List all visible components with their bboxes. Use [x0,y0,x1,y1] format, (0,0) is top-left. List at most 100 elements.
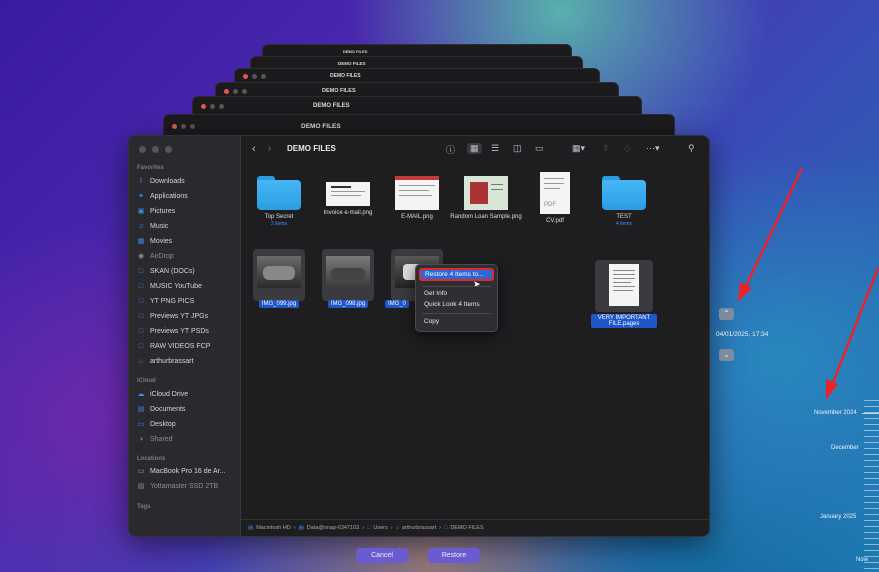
gallery-view-icon[interactable]: ▭ [535,143,544,154]
sidebar-item-previews-yt-jpgs[interactable]: □ Previews YT JPGs [137,309,208,323]
path-segment[interactable]: Macintosh HD [256,525,291,531]
tag-icon[interactable]: ◇ [624,143,631,154]
restore-button[interactable]: Restore [428,548,480,563]
zoom-button[interactable] [165,146,172,153]
timeline-label[interactable]: January 2025 [820,514,856,520]
sidebar-item-music[interactable]: ♫ Music [137,219,168,233]
mouse-cursor-icon: ➤ [473,279,481,289]
file-name: IMG_098.jpg [327,300,369,308]
sidebar-item-music-youtube[interactable]: □ MUSIC YouTube [137,279,202,293]
path-segment[interactable]: Users [373,525,387,531]
image-thumbnail [395,176,439,210]
timeline-ticks[interactable] [864,400,879,572]
sidebar-item-documents[interactable]: ▤ Documents [137,402,186,416]
file-name: Invoice e-mail.png [323,210,373,216]
search-icon[interactable]: ⚲ [688,143,695,154]
folder-icon: □ [367,525,371,531]
toolbar: ‹ › DEMO FILES ⓘ ▦ ☰ ◫ ▭ ▦▾ ⇧ ◇ ⋯▾ ⚲ [240,136,709,164]
folder-icon: □ [138,327,144,335]
context-menu: Restore 4 Items to... ➤ Get Info Quick L… [415,264,498,332]
file-item-image[interactable]: E-MAIL.png [381,176,453,220]
sidebar-item-shared[interactable]: ◑ Shared [137,432,173,446]
sidebar-item-skan-docs[interactable]: □ SKAN (DOCs) [137,264,195,278]
file-item-image-selected[interactable]: IMG_099.jpg [243,256,315,308]
sidebar-item-applications[interactable]: ✦ Applications [137,189,188,203]
download-icon: ⇩ [138,178,144,185]
menu-item-quick-look[interactable]: Quick Look 4 Items [424,301,480,308]
folder-icon: □ [138,312,144,320]
red-arrow-icon [826,267,879,400]
info-icon[interactable]: ⓘ [446,143,455,156]
document-icon: ▤ [137,406,145,413]
car-photo-thumbnail [326,256,370,288]
sidebar-item-downloads[interactable]: ⇩ Downloads [137,174,185,188]
file-item-image[interactable]: Invoice e-mail.png [312,176,384,216]
menu-item-restore[interactable]: Restore 4 Items to... [419,268,494,281]
icon-view-icon[interactable]: ▦ [467,143,482,154]
sidebar-item-airdrop[interactable]: ◉ AirDrop [137,249,174,263]
stack-title: DEMO FILES [343,48,368,54]
file-subtitle: 2 items [270,221,288,227]
menu-separator [422,313,491,314]
path-segment[interactable]: DEMO FILES [450,525,483,531]
sidebar-item-yottamaster-ssd[interactable]: ▤ Yottamaster SSD 2TB [137,479,219,493]
forward-arrow-icon[interactable]: › [268,143,272,155]
menu-item-get-info[interactable]: Get Info [424,290,447,297]
nav-buttons: ‹ › [252,143,271,155]
movies-icon: ▦ [137,238,145,245]
cloud-icon: ☁ [137,391,145,398]
time-machine-up-arrow-icon[interactable]: ⌃ [719,308,734,320]
image-thumbnail [326,182,370,206]
music-icon: ♫ [138,222,144,230]
backup-window-stack-2[interactable]: DEMO FILES [192,96,642,116]
minimize-button[interactable] [152,146,159,153]
column-view-icon[interactable]: ◫ [513,143,522,154]
more-actions-icon[interactable]: ⋯▾ [646,143,660,154]
sidebar-item-home[interactable]: ⌂ arthurbrassart [137,354,194,368]
airdrop-icon: ◉ [137,253,145,260]
sidebar-item-desktop[interactable]: ▭ Desktop [137,417,176,431]
file-item-image[interactable]: Random Loan Sample.png [450,176,522,220]
time-machine-down-arrow-icon[interactable]: ⌄ [719,349,734,361]
file-name: Top Secret [264,214,294,220]
file-name: CV.pdf [546,218,564,224]
stack-title: DEMO FILES [330,73,361,79]
sidebar-header-tags: Tags [137,504,151,510]
sidebar-item-pictures[interactable]: ▣ Pictures [137,204,176,218]
finder-window: Favorites ⇩ Downloads ✦ Applications ▣ Pict… [128,135,710,537]
timeline-label[interactable]: November 2024 [814,410,857,416]
cancel-button[interactable]: Cancel [356,548,408,563]
path-segment[interactable]: Data@snap-6347103 [307,525,359,531]
sidebar-item-movies[interactable]: ▦ Movies [137,234,173,248]
path-separator: › [362,525,365,531]
sidebar-item-previews-yt-psds[interactable]: □ Previews YT PSDs [137,324,209,338]
menu-item-copy[interactable]: Copy [424,318,439,325]
file-item-folder[interactable]: TEST 4 items [588,176,660,227]
file-item-pdf[interactable]: PDF CV.pdf [519,172,591,224]
path-separator: › [390,525,393,531]
sidebar-item-yt-png-pics[interactable]: □ YT PNG PICS [137,294,194,308]
sidebar-header-icloud: iCloud [137,378,156,384]
share-icon[interactable]: ⇧ [602,143,610,154]
timeline-label[interactable]: December [831,445,859,451]
folder-icon [257,176,301,210]
path-segment[interactable]: arthurbrassart [402,525,436,531]
sidebar-item-icloud-drive[interactable]: ☁ iCloud Drive [137,387,189,401]
window-controls [139,146,172,153]
file-item-folder[interactable]: Top Secret 2 items [243,176,315,227]
sidebar-item-raw-videos-fcp[interactable]: □ RAW VIDEOS FCP [137,339,211,353]
folder-icon: □ [443,525,448,531]
file-item-image-selected[interactable]: IMG_098.jpg [312,256,384,308]
stack-title: DEMO FILES [313,103,350,109]
back-arrow-icon[interactable]: ‹ [252,143,256,155]
shared-icon: ◑ [138,435,144,443]
pictures-icon: ▣ [137,208,145,215]
close-button[interactable] [139,146,146,153]
red-arrow-icon [738,167,804,302]
group-icon[interactable]: ▦▾ [572,143,585,154]
sidebar-item-macbook[interactable]: ▭ MacBook Pro 16 de Ar... [137,464,226,478]
list-view-icon[interactable]: ☰ [491,143,499,154]
file-item-pages-selected[interactable]: VERY IMPORTANT FILE.pages [588,264,660,328]
timeline-label[interactable]: Now [856,557,868,563]
desktop-icon: ▭ [137,421,145,428]
